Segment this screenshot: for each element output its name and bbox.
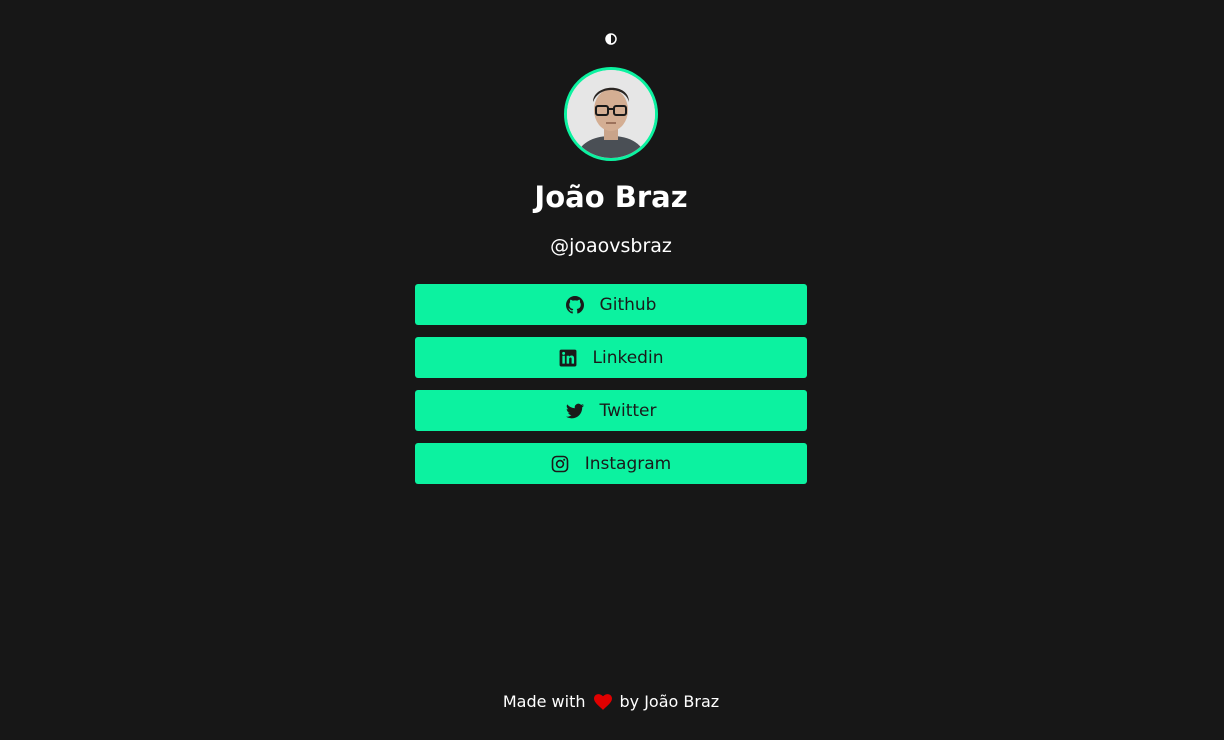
profile-name: João Braz: [534, 180, 688, 214]
footer: Made with by João Braz: [0, 692, 1222, 711]
instagram-link-button[interactable]: Instagram: [415, 443, 807, 484]
twitter-link-button[interactable]: Twitter: [415, 390, 807, 431]
avatar: [564, 67, 658, 161]
twitter-link-label: Twitter: [599, 400, 657, 421]
contrast-icon: [605, 33, 617, 45]
instagram-icon: [551, 455, 569, 473]
linkedin-link-label: Linkedin: [592, 347, 664, 368]
heart-icon: [594, 693, 613, 710]
footer-prefix: Made with: [502, 692, 586, 711]
footer-suffix: by João Braz: [619, 692, 720, 711]
linkedin-link-button[interactable]: Linkedin: [415, 337, 807, 378]
linktree-page: João Braz @joaovsbraz Github Linkedin Tw…: [0, 0, 1224, 740]
links-list: Github Linkedin Twitter Instagram: [415, 284, 807, 496]
linkedin-icon: [559, 349, 577, 367]
github-icon: [565, 295, 584, 314]
profile-handle: @joaovsbraz: [550, 235, 672, 257]
instagram-link-label: Instagram: [584, 453, 672, 474]
twitter-icon: [565, 402, 584, 420]
github-link-button[interactable]: Github: [415, 284, 807, 325]
theme-toggle-button[interactable]: [605, 33, 617, 45]
github-link-label: Github: [599, 294, 657, 315]
